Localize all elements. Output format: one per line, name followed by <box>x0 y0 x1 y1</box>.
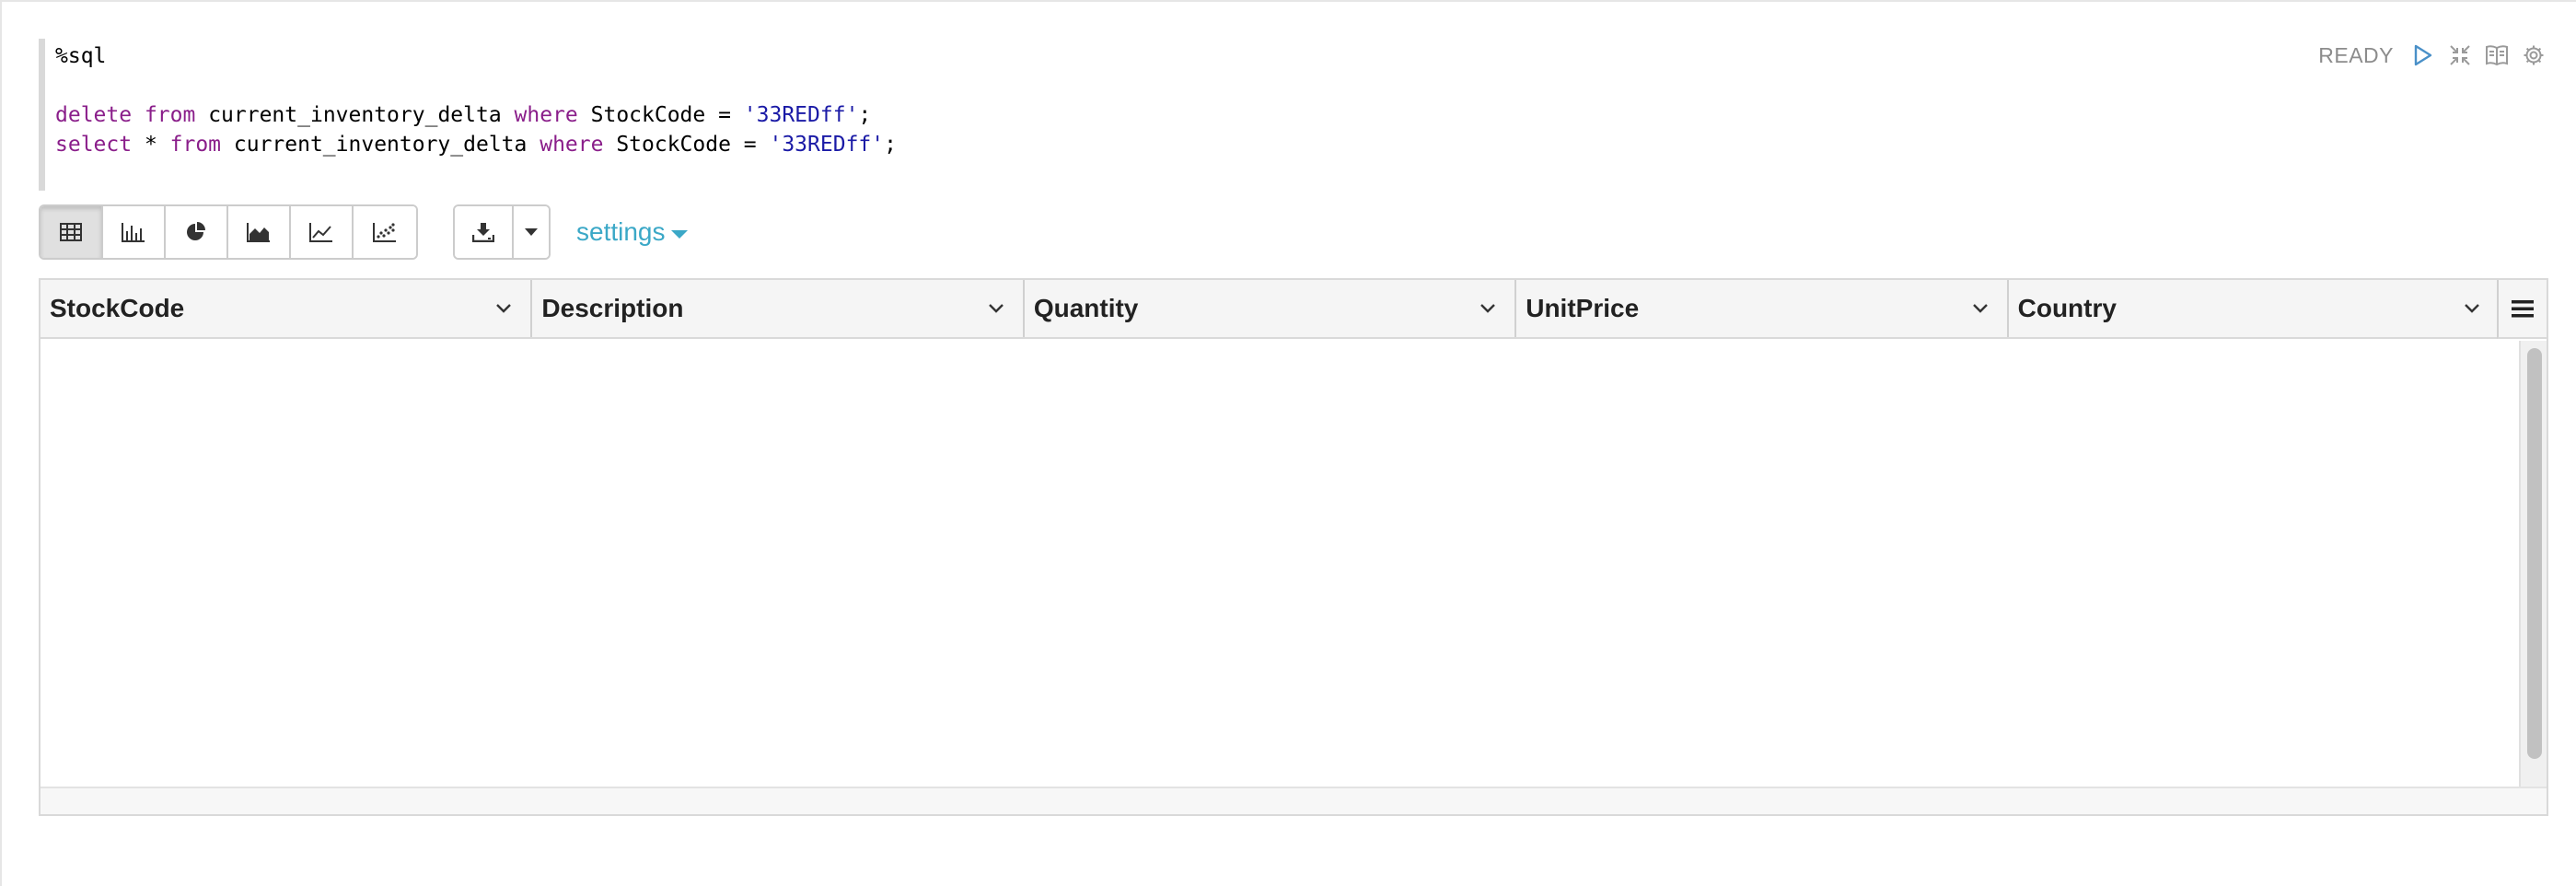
column-header-quantity[interactable]: Quantity <box>1025 280 1517 337</box>
vertical-scrollbar[interactable] <box>2519 341 2547 787</box>
grid-menu-button[interactable] <box>2497 280 2547 339</box>
sql-text: ; <box>858 103 872 127</box>
sql-string: '33REDff' <box>743 103 859 127</box>
chevron-down-icon[interactable] <box>495 303 512 314</box>
code-editor[interactable]: %sql delete from current_inventory_delta … <box>39 39 1475 191</box>
column-header-label: Country <box>2017 294 2117 322</box>
column-header-label: Quantity <box>1033 294 1139 322</box>
visualization-button-group <box>39 204 418 260</box>
sql-text: current_inventory_delta <box>221 133 540 157</box>
column-header-unitprice[interactable]: UnitPrice <box>1516 280 2009 337</box>
caret-down-icon <box>670 229 688 239</box>
status-label: READY <box>2318 42 2394 67</box>
notebook-paragraph: %sql delete from current_inventory_delta … <box>0 0 2576 886</box>
sql-keyword: select <box>55 133 133 157</box>
column-header-label: UnitPrice <box>1526 294 1640 322</box>
line-chart-icon <box>309 223 332 242</box>
column-header-country[interactable]: Country <box>2009 280 2501 337</box>
paragraph-controls: READY <box>2318 39 2547 72</box>
hamburger-icon <box>2512 300 2534 318</box>
settings-link[interactable]: settings <box>576 217 688 247</box>
table-header: StockCode Description Quantity UnitPrice Cou… <box>41 280 2501 339</box>
settings-label: settings <box>576 217 666 246</box>
horizontal-scrollbar[interactable] <box>41 787 2547 814</box>
sql-keyword: where <box>540 133 604 157</box>
sql-text: ; <box>884 133 897 157</box>
bar-chart-button[interactable] <box>103 206 166 258</box>
chevron-down-icon[interactable] <box>1479 303 1496 314</box>
table-body <box>41 343 2523 787</box>
caret-down-icon <box>525 228 538 236</box>
scrollbar-thumb[interactable] <box>2527 348 2542 759</box>
collapse-icon[interactable] <box>2447 42 2473 68</box>
line-chart-button[interactable] <box>291 206 354 258</box>
column-header-stockcode[interactable]: StockCode <box>41 280 533 337</box>
sql-text: StockCode = <box>603 133 770 157</box>
code-line[interactable]: delete from current_inventory_delta wher… <box>55 100 1475 130</box>
run-icon[interactable] <box>2410 42 2436 68</box>
scatter-chart-icon <box>373 223 396 242</box>
bar-chart-icon <box>122 223 145 242</box>
pie-chart-button[interactable] <box>166 206 228 258</box>
column-header-label: Description <box>541 294 684 322</box>
pie-chart-icon <box>187 222 205 240</box>
chevron-down-icon[interactable] <box>988 303 1004 314</box>
area-chart-button[interactable] <box>228 206 291 258</box>
visualization-toolbar: settings <box>39 204 688 260</box>
column-header-description[interactable]: Description <box>532 280 1025 337</box>
download-button[interactable] <box>455 206 514 258</box>
result-table: StockCode Description Quantity UnitPrice Cou… <box>39 278 2548 816</box>
column-header-label: StockCode <box>50 294 185 322</box>
download-icon <box>472 223 494 242</box>
code-line[interactable]: select * from current_inventory_delta wh… <box>55 130 1475 159</box>
code-line[interactable]: %sql <box>55 41 1475 71</box>
sql-text: * <box>132 133 170 157</box>
sql-text: StockCode = <box>577 103 744 127</box>
sql-keyword: delete <box>55 103 133 127</box>
download-button-group <box>453 204 551 260</box>
table-icon <box>60 223 82 241</box>
sql-string: '33REDff' <box>769 133 885 157</box>
chevron-down-icon[interactable] <box>2464 303 2480 314</box>
sql-keyword: from <box>169 133 222 157</box>
sql-text: current_inventory_delta <box>195 103 515 127</box>
scatter-chart-button[interactable] <box>354 206 416 258</box>
book-icon[interactable] <box>2484 42 2510 68</box>
chevron-down-icon[interactable] <box>1972 303 1989 314</box>
download-options-button[interactable] <box>514 206 549 258</box>
sql-keyword: from <box>144 103 196 127</box>
sql-keyword: where <box>514 103 578 127</box>
code-line[interactable] <box>55 71 1475 100</box>
table-view-button[interactable] <box>41 206 103 258</box>
area-chart-icon <box>247 223 270 242</box>
sql-text: %sql <box>55 44 107 68</box>
gear-icon[interactable] <box>2521 42 2547 68</box>
